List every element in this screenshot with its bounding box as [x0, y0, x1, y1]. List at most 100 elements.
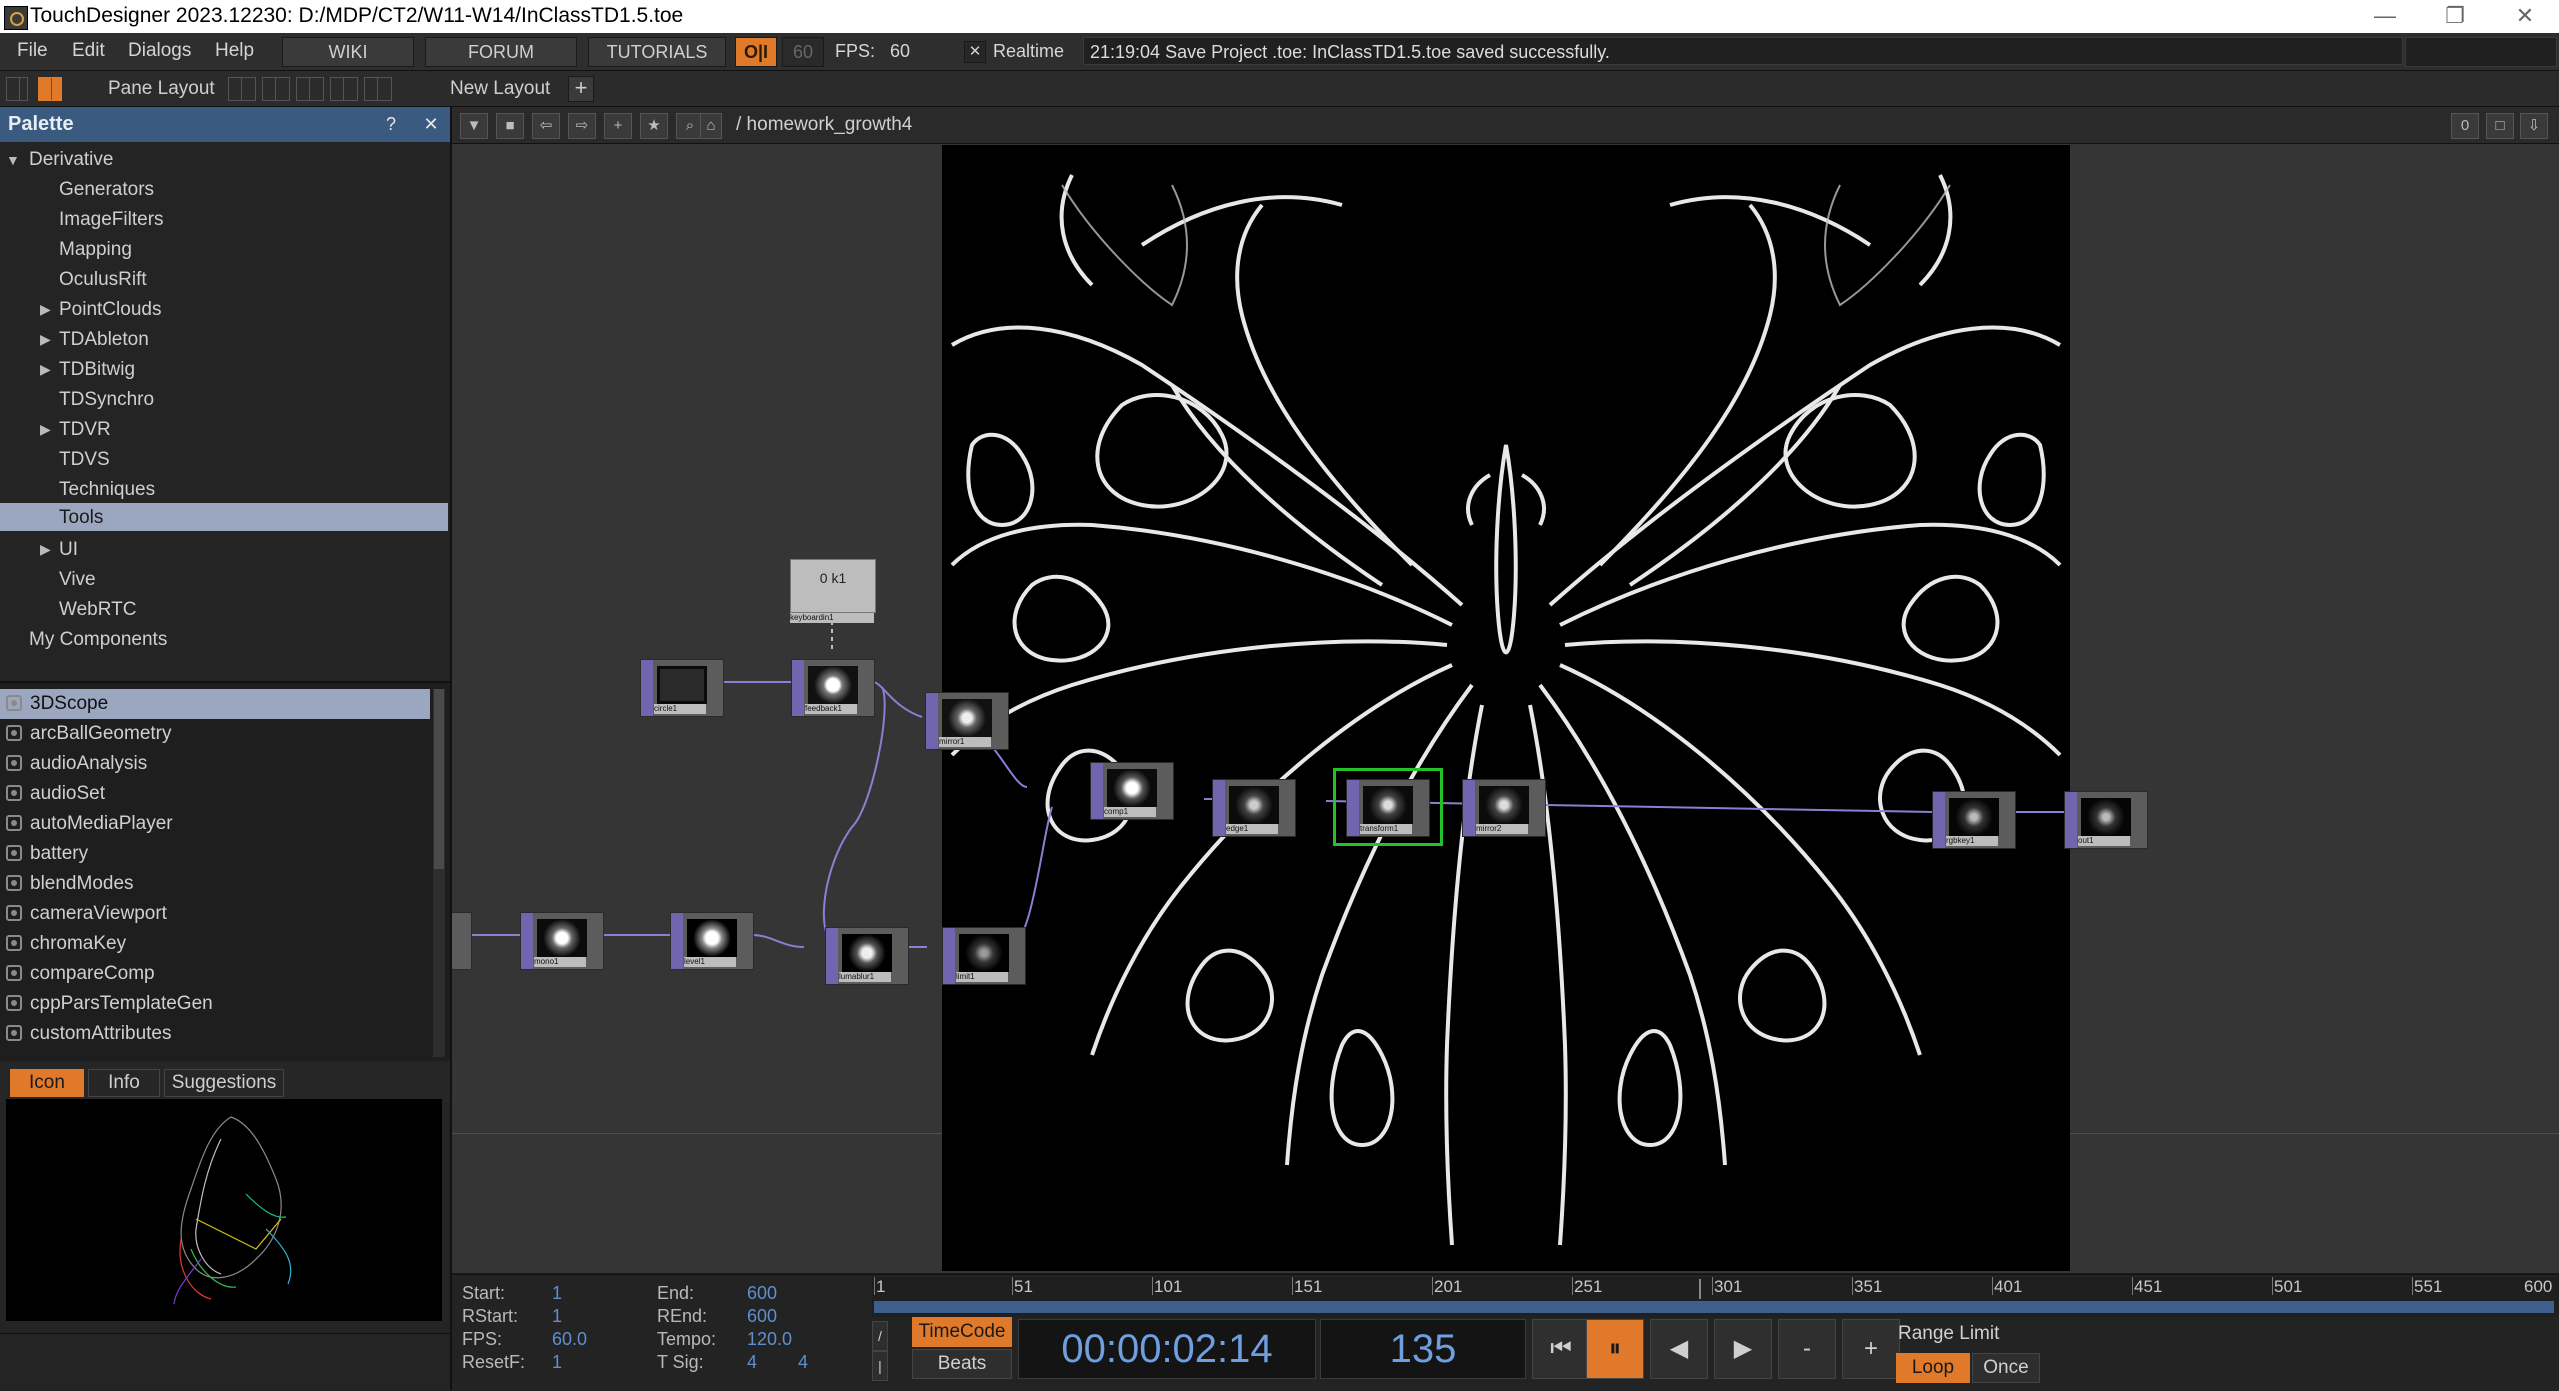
node-label: mono1: [534, 957, 586, 967]
timeline-range-bar[interactable]: [874, 1301, 2554, 1313]
component-item[interactable]: customAttributes: [0, 1019, 430, 1049]
tree-vive[interactable]: Vive: [59, 565, 96, 595]
perform-mode-toggle[interactable]: O|I: [735, 37, 777, 67]
tree-ui[interactable]: UI: [59, 535, 78, 565]
tree-oculusrift[interactable]: OculusRift: [59, 265, 147, 295]
scrollbar-thumb[interactable]: [434, 689, 444, 869]
tree-tdvs[interactable]: TDVS: [59, 445, 110, 475]
tree-tdsynchro[interactable]: TDSynchro: [59, 385, 154, 415]
node-thumbnail: [808, 666, 858, 704]
maximize-button[interactable]: ❐: [2425, 0, 2485, 33]
speed-minus-button[interactable]: -: [1778, 1319, 1836, 1379]
pane-layout-split-h-icon[interactable]: [296, 77, 324, 101]
ruler-label: 201: [1434, 1277, 1463, 1296]
expand-derivative-icon[interactable]: ▼: [6, 152, 20, 168]
start-value[interactable]: 1: [552, 1283, 562, 1304]
component-list-scrollbar[interactable]: [433, 689, 445, 1057]
loop-toggle[interactable]: Loop: [1896, 1353, 1970, 1383]
wiki-button[interactable]: WIKI: [282, 37, 414, 67]
fps-tl-value[interactable]: 60.0: [552, 1329, 587, 1350]
end-value[interactable]: 600: [747, 1283, 777, 1304]
tree-mapping[interactable]: Mapping: [59, 235, 132, 265]
add-layout-button[interactable]: +: [568, 76, 594, 102]
forum-button[interactable]: FORUM: [425, 37, 577, 67]
pause-icon[interactable]: ⏸: [1586, 1319, 1644, 1379]
tempo-value[interactable]: 120.0: [747, 1329, 792, 1350]
pane-home-icon[interactable]: [38, 77, 62, 101]
frame-display[interactable]: 135: [1320, 1319, 1526, 1379]
expand-pointclouds-icon[interactable]: ▶: [40, 301, 51, 318]
component-item[interactable]: battery: [0, 839, 430, 869]
tree-my-components[interactable]: My Components: [29, 625, 167, 655]
pane-network-icon[interactable]: [6, 77, 28, 101]
beats-toggle[interactable]: Beats: [912, 1349, 1012, 1379]
pane-layout-single-icon[interactable]: [228, 77, 256, 101]
menu-bar: File Edit Dialogs Help WIKI FORUM TUTORI…: [0, 33, 2559, 71]
tsig-value-a[interactable]: 4: [747, 1352, 757, 1373]
component-item[interactable]: audioAnalysis: [0, 749, 430, 779]
component-item[interactable]: arcBallGeometry: [0, 719, 430, 749]
expand-ui-icon[interactable]: ▶: [40, 541, 51, 558]
tutorials-button[interactable]: TUTORIALS: [588, 37, 726, 67]
timecode-display[interactable]: 00:00:02:14: [1018, 1319, 1316, 1379]
palette-close-button[interactable]: ✕: [416, 111, 446, 137]
tree-techniques[interactable]: Techniques: [59, 475, 155, 505]
tree-tdableton[interactable]: TDAbleton: [59, 325, 149, 355]
pane-layout-three-icon[interactable]: [330, 77, 358, 101]
tab-icon[interactable]: Icon: [10, 1069, 84, 1097]
tsig-value-b[interactable]: 4: [798, 1352, 808, 1373]
network-editor[interactable]: ▼ ■ ⇦ ⇨ + ★ ⌕ ⌂ / homework_growth4 0 □ ⇩: [452, 107, 2559, 1273]
tree-tdbitwig[interactable]: TDBitwig: [59, 355, 135, 385]
rend-value[interactable]: 600: [747, 1306, 777, 1327]
node-transform-selected[interactable]: transform1: [1333, 768, 1443, 846]
timecode-toggle[interactable]: TimeCode: [912, 1317, 1012, 1347]
expand-tdableton-icon[interactable]: ▶: [40, 331, 51, 348]
component-icon: [6, 995, 22, 1011]
palette-help-button[interactable]: ?: [376, 111, 406, 137]
to-start-icon[interactable]: ⏮: [1532, 1319, 1590, 1379]
expand-tdvr-icon[interactable]: ▶: [40, 421, 51, 438]
pane-layout-four-icon[interactable]: [364, 77, 392, 101]
step-forward-icon[interactable]: ▶: [1714, 1319, 1772, 1379]
tree-pointclouds[interactable]: PointClouds: [59, 295, 161, 325]
close-window-button[interactable]: ✕: [2495, 0, 2555, 33]
resetf-value[interactable]: 1: [552, 1352, 562, 1373]
component-item[interactable]: audioSet: [0, 779, 430, 809]
step-back-icon[interactable]: ◀: [1650, 1319, 1708, 1379]
realtime-checkbox[interactable]: ✕: [964, 41, 986, 63]
menu-edit[interactable]: Edit: [72, 40, 105, 62]
tab-info[interactable]: Info: [88, 1069, 160, 1097]
minimize-button[interactable]: —: [2355, 0, 2415, 33]
menu-help[interactable]: Help: [215, 40, 254, 62]
timeline-bar-icon[interactable]: |: [872, 1351, 888, 1381]
tree-tools[interactable]: Tools: [59, 503, 103, 533]
pane-layout-split-v-icon[interactable]: [262, 77, 290, 101]
component-item[interactable]: autoMediaPlayer: [0, 809, 430, 839]
speed-plus-button[interactable]: +: [1842, 1319, 1900, 1379]
rstart-value[interactable]: 1: [552, 1306, 562, 1327]
tab-suggestions[interactable]: Suggestions: [164, 1069, 284, 1097]
palette-panel: Palette ? ✕ ▼ Derivative Generators Imag…: [0, 107, 452, 1391]
tree-tdvr[interactable]: TDVR: [59, 415, 111, 445]
fps-cap-button[interactable]: 60: [782, 37, 824, 67]
node-thumbnail: [2081, 798, 2131, 836]
component-item[interactable]: cameraViewport: [0, 899, 430, 929]
expand-tdbitwig-icon[interactable]: ▶: [40, 361, 51, 378]
ruler-tick: [1572, 1277, 1573, 1295]
timeline-slash-icon[interactable]: /: [872, 1321, 888, 1351]
node-label: keyboardin1: [790, 613, 874, 623]
component-item[interactable]: blendModes: [0, 869, 430, 899]
component-item[interactable]: chromaKey: [0, 929, 430, 959]
tree-webrtc[interactable]: WebRTC: [59, 595, 136, 625]
timeline-playhead[interactable]: [1699, 1279, 1701, 1299]
menu-dialogs[interactable]: Dialogs: [128, 40, 191, 62]
tree-generators[interactable]: Generators: [59, 175, 154, 205]
once-toggle[interactable]: Once: [1972, 1353, 2040, 1383]
tree-derivative[interactable]: Derivative: [29, 145, 113, 175]
component-item-3dscope[interactable]: 3DScope: [0, 689, 430, 719]
component-item[interactable]: compareComp: [0, 959, 430, 989]
component-icon: [6, 875, 22, 891]
component-item[interactable]: cppParsTemplateGen: [0, 989, 430, 1019]
menu-file[interactable]: File: [17, 40, 48, 62]
tree-imagefilters[interactable]: ImageFilters: [59, 205, 164, 235]
